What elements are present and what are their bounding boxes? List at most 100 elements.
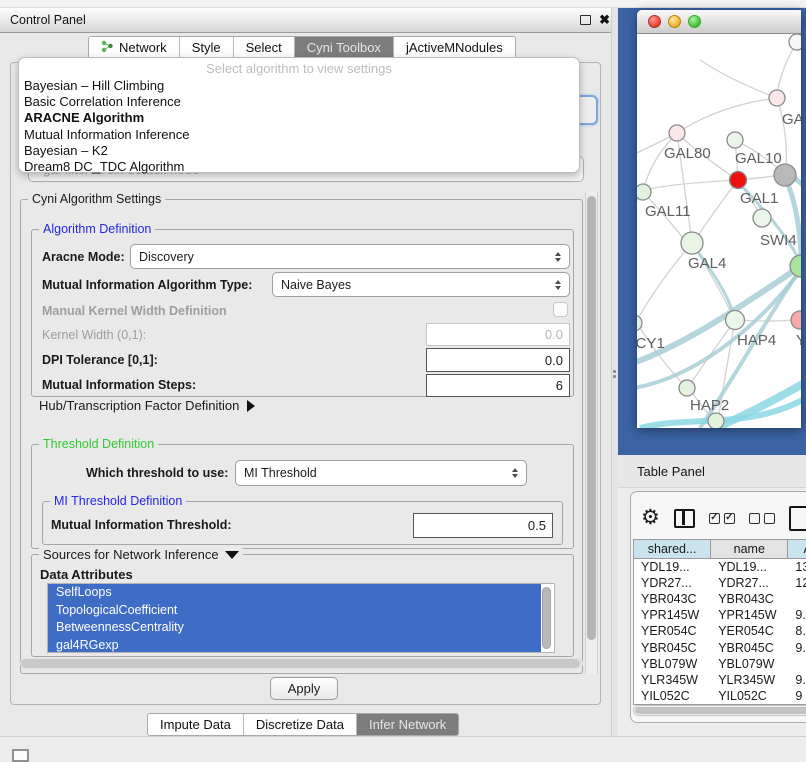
table-cell: YDR27... [711,576,788,590]
mi-steps-value: 6 [556,378,563,393]
tab-label: Style [192,40,221,55]
network-node[interactable] [789,34,801,50]
network-node[interactable] [791,311,801,329]
network-node[interactable] [679,380,695,396]
table-cell: YIL052C [711,689,788,703]
apply-button[interactable]: Apply [270,677,338,700]
minimized-panel-icon[interactable] [12,749,29,762]
network-node[interactable] [774,164,796,186]
dpi-tolerance-field[interactable]: 0.0 [426,348,570,372]
minimize-traffic-light[interactable] [668,15,681,28]
tab-style[interactable]: Style [180,37,234,58]
checked-pair-icon[interactable]: ✓✓ [709,513,735,524]
table-cell: YIL052C [634,689,711,703]
tab-jactivemnodules[interactable]: jActiveMNodules [394,37,515,58]
settings-scrollbar-thumb[interactable] [587,196,596,640]
tab-label: Network [119,40,167,55]
network-node[interactable] [708,413,724,428]
tab-network[interactable]: Network [89,37,180,58]
network-edge [677,98,777,133]
network-window: GALGAL80GAL10GAL1GAL11SWI4GAL4GCY1HAP4YH… [637,10,801,428]
network-window-titlebar[interactable] [637,10,801,34]
hub-definition-toggle[interactable]: Hub/Transcription Factor Definition [39,398,255,413]
column-header-shared...[interactable]: shared... [634,540,711,558]
settings-group-title: Cyni Algorithm Settings [28,192,165,206]
network-node[interactable] [681,232,703,254]
sources-title-toggle[interactable]: Sources for Network Inference [39,547,243,562]
table-row[interactable]: YBR045CYBR045C9. [634,639,806,655]
table-row[interactable]: YLR345WYLR345W9. [634,672,806,688]
unchecked-pair-icon[interactable] [749,513,775,524]
network-edge [643,180,738,192]
network-node[interactable] [730,172,747,189]
mi-type-value: Naive Bayes [281,278,351,292]
table-cell: 13 [788,560,806,574]
network-node[interactable] [753,209,771,227]
divider-handle-icon[interactable] [613,370,616,373]
table-row[interactable]: YIL052CYIL052C9 [634,688,806,704]
algorithm-option[interactable]: Basic Correlation Inference [19,94,579,110]
table-cell: 9. [788,641,806,655]
manual-kernel-checkbox[interactable] [553,302,568,317]
attribute-item[interactable]: gal4RGexp [48,637,541,654]
network-node-label: GAL1 [740,190,778,207]
attribute-item[interactable]: BetweennessCentrality [48,619,541,637]
table-row[interactable]: YDL19...YDL19...13 [634,559,806,575]
column-header-name[interactable]: name [711,540,788,558]
network-node-label: HAP4 [737,332,776,349]
bottom-tab-infer-network[interactable]: Infer Network [357,714,458,735]
hub-definition-label: Hub/Transcription Factor Definition [39,398,239,413]
algorithm-option[interactable]: Bayesian – Hill Climbing [19,78,579,94]
kernel-width-field[interactable]: 0.0 [426,323,570,346]
aracne-mode-combo[interactable]: Discovery [130,244,570,269]
algorithm-option[interactable]: Bayesian – K2 [19,143,579,159]
table-row[interactable]: YBL079WYBL079W [634,656,806,672]
tab-select[interactable]: Select [234,37,295,58]
settings-hscrollbar[interactable] [20,658,583,669]
table-cell: YER054C [634,624,711,638]
algorithm-option[interactable]: Mutual Information Inference [19,127,579,143]
mi-steps-field[interactable]: 6 [426,374,570,397]
combo-spinner-icon [555,280,561,290]
zoom-traffic-light[interactable] [688,15,701,28]
attribute-item[interactable]: SelfLoops [48,584,541,602]
float-window-icon[interactable] [580,15,591,25]
data-attributes-list[interactable]: SelfLoopsTopologicalCoefficientBetweenne… [47,583,555,653]
column-header-A[interactable]: A [788,540,806,558]
bottom-tab-impute-data[interactable]: Impute Data [148,714,244,735]
gear-icon[interactable]: ⚙ [641,508,660,528]
algorithm-option[interactable]: ARACNE Algorithm [19,110,579,126]
network-node[interactable] [769,90,785,106]
settings-hscrollbar-thumb[interactable] [21,659,580,668]
table-cell: YPR145W [711,608,788,622]
table-row[interactable]: YER054CYER054C8. [634,623,806,639]
network-node-label: HAP2 [690,397,729,414]
table-cell: YBR043C [634,592,711,606]
close-icon[interactable]: ✖ [599,15,610,25]
network-node-label: GCY1 [637,335,665,352]
algorithm-option[interactable]: Dream8 DC_TDC Algorithm [19,159,579,175]
table-hscrollbar[interactable] [633,705,806,716]
list-scrollbar[interactable] [542,587,551,649]
mi-threshold-field[interactable]: 0.5 [413,513,553,538]
combo-spinner-icon [512,468,518,478]
mi-type-combo[interactable]: Naive Bayes [272,272,570,297]
mi-threshold-title: MI Threshold Definition [50,494,186,508]
columns-icon[interactable] [674,509,695,528]
tab-cyni-toolbox[interactable]: Cyni Toolbox [295,37,394,58]
network-node[interactable] [726,311,745,330]
table-hscrollbar-thumb[interactable] [635,707,806,714]
which-threshold-combo[interactable]: MI Threshold [235,460,527,486]
table-row[interactable]: YDR27...YDR27...12 [634,575,806,591]
table-row[interactable]: YBR043CYBR043C [634,591,806,607]
document-icon[interactable] [789,506,806,531]
network-node[interactable] [669,125,685,141]
attribute-item[interactable]: TopologicalCoefficient [48,602,541,620]
mi-steps-label: Mutual Information Steps: [42,378,196,392]
bottom-tab-discretize-data[interactable]: Discretize Data [244,714,357,735]
network-canvas[interactable]: GALGAL80GAL10GAL1GAL11SWI4GAL4GCY1HAP4YH… [637,34,801,428]
network-node[interactable] [637,184,651,200]
table-row[interactable]: YPR145WYPR145W9. [634,607,806,623]
close-traffic-light[interactable] [648,15,661,28]
network-node[interactable] [727,132,743,148]
